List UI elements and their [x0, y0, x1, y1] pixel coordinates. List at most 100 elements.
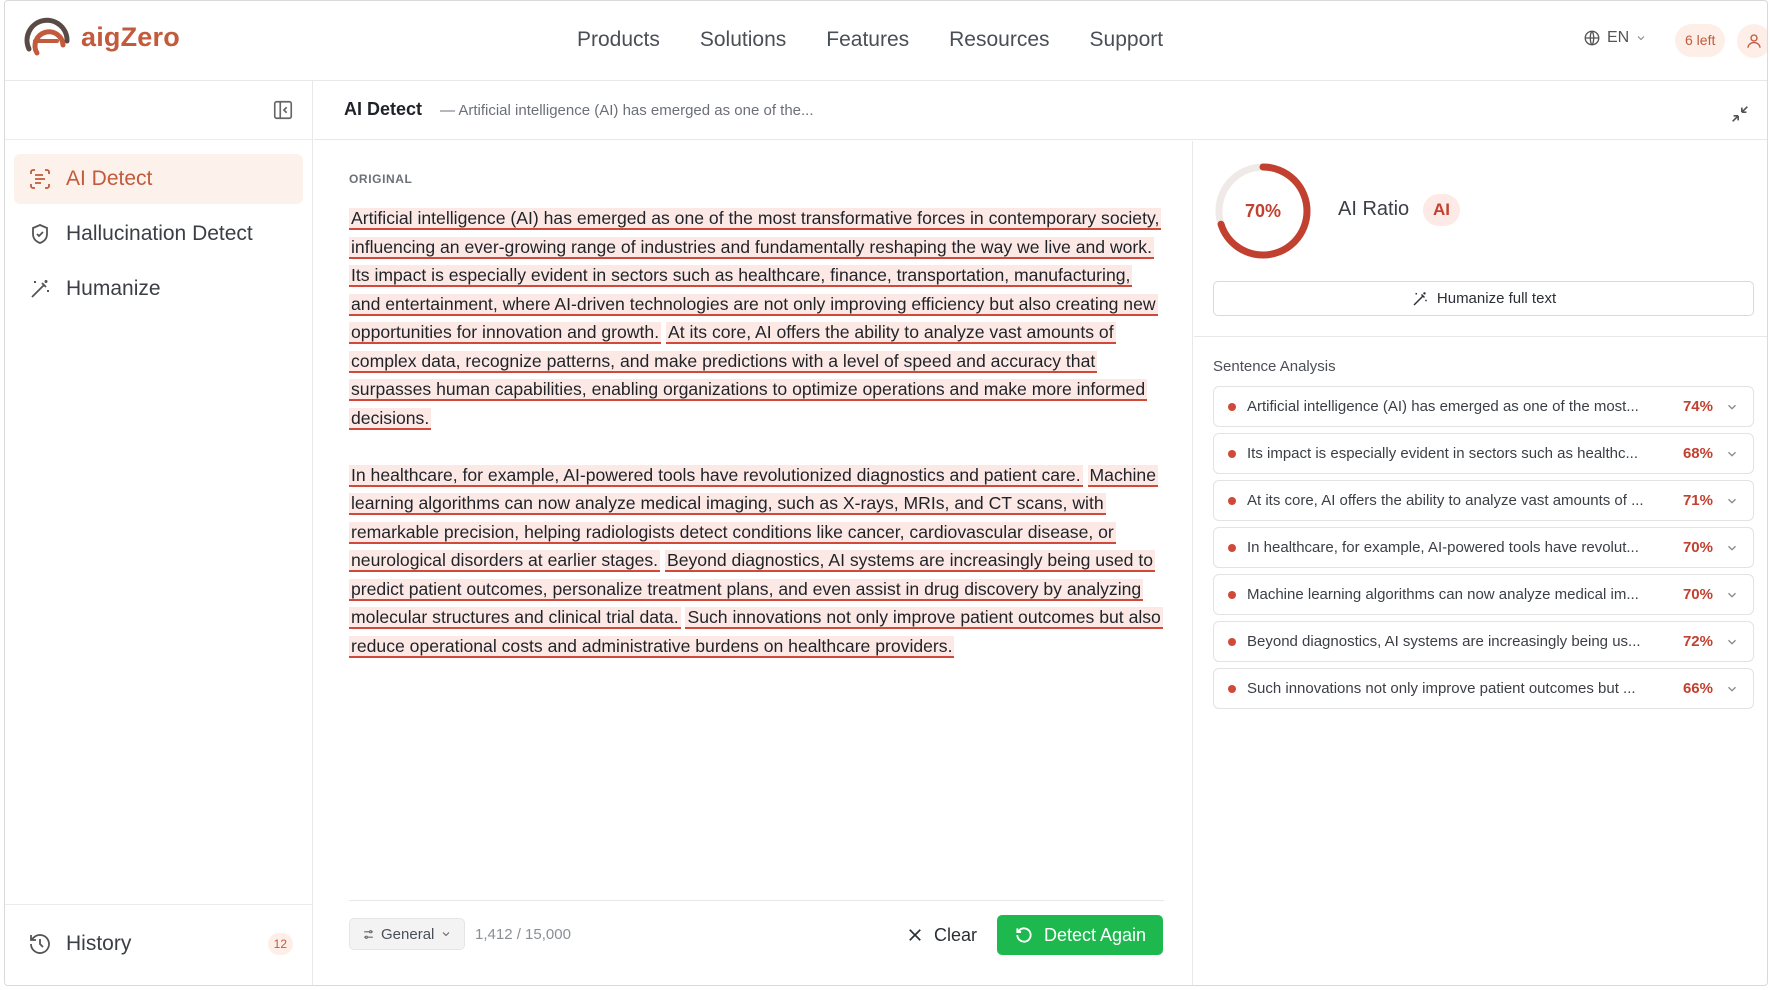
sidebar-divider: [5, 904, 312, 905]
user-icon: [1747, 34, 1761, 48]
highlighted-sentence[interactable]: In healthcare, for example, AI-powered t…: [349, 464, 1083, 487]
chevron-down-icon: [1728, 404, 1736, 410]
status-dot: [1228, 543, 1236, 552]
status-dot: [1228, 402, 1236, 411]
status-dot: [1228, 684, 1236, 693]
language-label: EN: [1607, 29, 1630, 46]
sentence-text: Such innovations not only improve patien…: [1247, 680, 1636, 697]
sentence-score: 72%: [1682, 633, 1713, 650]
main-nav: Products Solutions Features Resources Su…: [577, 28, 1163, 52]
ai-ratio-percent: 70%: [1244, 200, 1282, 221]
logo-icon: [24, 17, 70, 56]
history-count-badge: 12: [267, 933, 293, 955]
paragraph: In healthcare, for example, AI-powered t…: [349, 461, 1164, 661]
sidebar-divider: [5, 139, 312, 140]
sentence-text: At its core, AI offers the ability to an…: [1247, 492, 1644, 509]
sidebar-item-history[interactable]: History 12: [14, 919, 303, 969]
sidebar-item-hallucination-detect[interactable]: Hallucination Detect: [14, 209, 303, 259]
close-icon: [909, 929, 921, 941]
sentence-text: Its impact is especially evident in sect…: [1247, 445, 1639, 462]
credits-badge[interactable]: 6 left: [1675, 24, 1726, 57]
nav-support[interactable]: Support: [1090, 28, 1164, 52]
status-dot: [1228, 449, 1236, 458]
humanize-full-text-button[interactable]: Humanize full text: [1213, 281, 1754, 316]
sentence-score: 71%: [1682, 492, 1713, 509]
original-text[interactable]: Artificial intelligence (AI) has emerged…: [349, 204, 1164, 689]
ai-verdict-badge: AI: [1423, 194, 1460, 226]
chevron-down-icon: [442, 932, 450, 937]
sidebar-item-ai-detect[interactable]: AI Detect: [14, 154, 303, 204]
sentence-row[interactable]: Beyond diagnostics, AI systems are incre…: [1213, 621, 1754, 662]
sentence-score: 70%: [1682, 539, 1713, 556]
nav-products[interactable]: Products: [577, 28, 660, 52]
sentence-score: 74%: [1682, 398, 1713, 415]
nav-solutions[interactable]: Solutions: [700, 28, 786, 52]
detect-again-button[interactable]: Detect Again: [997, 915, 1163, 955]
shield-check-icon: [32, 224, 48, 244]
clear-label: Clear: [934, 924, 978, 945]
globe-icon: [1584, 30, 1600, 46]
status-dot: [1228, 637, 1236, 646]
sentence-row[interactable]: In healthcare, for example, AI-powered t…: [1213, 527, 1754, 568]
chevron-down-icon: [1728, 686, 1736, 692]
top-navbar: aigZero Products Solutions Features Reso…: [5, 1, 1767, 81]
sidebar-item-label: Humanize: [66, 277, 161, 300]
history-icon: [30, 934, 50, 954]
sentence-score: 66%: [1682, 680, 1713, 697]
sidebar-item-humanize[interactable]: Humanize: [14, 264, 303, 314]
magic-wand-icon: [1413, 291, 1427, 306]
chevron-down-icon: [1728, 498, 1736, 504]
refresh-icon: [1016, 927, 1032, 943]
sentence-row[interactable]: At its core, AI offers the ability to an…: [1213, 480, 1754, 521]
language-selector[interactable]: EN: [1583, 29, 1647, 47]
nav-features[interactable]: Features: [826, 28, 909, 52]
result-panel: 70% AI Ratio AI Humanize full text Sente…: [1194, 141, 1767, 985]
page-title: AI Detect: [344, 99, 423, 119]
sentence-row[interactable]: Its impact is especially evident in sect…: [1213, 433, 1754, 474]
panel-divider: [1194, 336, 1767, 337]
humanize-label: Humanize full text: [1436, 290, 1557, 307]
magic-wand-icon: [31, 280, 49, 298]
nav-resources[interactable]: Resources: [949, 28, 1049, 52]
ai-ratio-title: AI Ratio: [1338, 198, 1410, 220]
sentence-score: 70%: [1682, 586, 1713, 603]
brand-logo[interactable]: aigZero: [23, 15, 180, 59]
sentence-text: Beyond diagnostics, AI systems are incre…: [1247, 633, 1641, 650]
chevron-down-icon: [1728, 639, 1736, 645]
scan-text-icon: [30, 169, 50, 189]
content-header: AI Detect — Artificial intelligence (AI)…: [314, 81, 1767, 140]
minimize-icon[interactable]: [1729, 103, 1751, 125]
user-avatar[interactable]: [1737, 24, 1767, 58]
sentence-text: Machine learning algorithms can now anal…: [1247, 586, 1639, 603]
sidebar-collapse-icon[interactable]: [272, 99, 294, 121]
sentence-analysis-title: Sentence Analysis: [1213, 358, 1336, 375]
text-editor: ORIGINAL Artificial intelligence (AI) ha…: [314, 141, 1193, 985]
sidebar-item-label: Hallucination Detect: [66, 222, 253, 245]
highlighted-sentence[interactable]: Artificial intelligence (AI) has emerged…: [349, 208, 1162, 259]
character-count: 1,412 / 15,000: [475, 926, 571, 943]
chevron-down-icon: [1728, 451, 1736, 457]
chevron-down-icon: [1728, 545, 1736, 551]
sliders-icon: [364, 929, 373, 939]
footer-divider: [349, 900, 1164, 901]
original-label: ORIGINAL: [349, 172, 413, 186]
brand-name: aigZero: [81, 21, 180, 52]
sidebar: AI Detect Hallucination Detect Humanize …: [5, 81, 313, 985]
sentence-row[interactable]: Artificial intelligence (AI) has emerged…: [1213, 386, 1754, 427]
sentence-text: Artificial intelligence (AI) has emerged…: [1247, 398, 1639, 415]
sentence-analysis-list: Artificial intelligence (AI) has emerged…: [1213, 386, 1754, 715]
mode-label: General: [381, 925, 435, 943]
detect-label: Detect Again: [1043, 924, 1147, 945]
sentence-row[interactable]: Machine learning algorithms can now anal…: [1213, 574, 1754, 615]
app-window: aigZero Products Solutions Features Reso…: [4, 0, 1768, 986]
sentence-text: In healthcare, for example, AI-powered t…: [1247, 539, 1639, 556]
chevron-down-icon: [1637, 36, 1645, 41]
sentence-row[interactable]: Such innovations not only improve patien…: [1213, 668, 1754, 709]
history-label: History: [66, 932, 132, 955]
status-dot: [1228, 590, 1236, 599]
clear-button[interactable]: Clear: [900, 915, 983, 955]
status-dot: [1228, 496, 1236, 505]
document-preview: — Artificial intelligence (AI) has emerg…: [440, 102, 814, 119]
mode-select[interactable]: General: [349, 918, 466, 950]
chevron-down-icon: [1728, 592, 1736, 598]
